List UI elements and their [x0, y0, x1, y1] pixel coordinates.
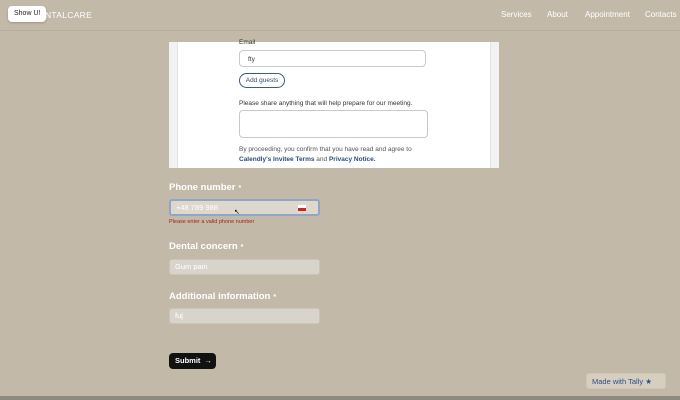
- phone-label: Phone number *: [169, 182, 241, 193]
- mouse-cursor-icon: ↖: [234, 209, 240, 216]
- phone-error: Please enter a valid phone number: [169, 219, 255, 225]
- embed-left-rail: [169, 42, 178, 168]
- email-label: Email: [239, 39, 256, 46]
- star-icon: ★: [645, 377, 652, 386]
- consent-line: By proceeding, you confirm that you have…: [239, 146, 412, 153]
- concern-label-text: Dental concern: [169, 241, 238, 252]
- required-marker: *: [273, 294, 277, 301]
- nav-services[interactable]: Services: [501, 10, 532, 19]
- phone-placeholder: +48 789 988: [176, 203, 218, 212]
- nav-contacts[interactable]: Contacts: [645, 10, 677, 19]
- nav-about[interactable]: About: [547, 10, 568, 19]
- required-marker: *: [240, 244, 244, 251]
- add-guests-button[interactable]: Add guests: [239, 73, 285, 88]
- top-navigation-bar: Show UI ENTALCARE Services About Appoint…: [0, 0, 680, 31]
- additional-label-text: Additional information: [169, 291, 271, 302]
- dental-concern-input[interactable]: Gum pain: [169, 259, 320, 275]
- phone-input[interactable]: +48 789 988: [169, 199, 320, 216]
- additional-value: fuj: [175, 311, 183, 320]
- concern-label: Dental concern *: [169, 241, 243, 252]
- country-flag-icon[interactable]: [298, 205, 306, 211]
- email-input[interactable]: fty: [239, 50, 426, 67]
- privacy-notice-link[interactable]: Privacy Notice.: [329, 156, 376, 163]
- submit-label: Submit: [175, 356, 201, 365]
- made-with-tally-text: Made with Tally: [592, 377, 644, 386]
- submit-button[interactable]: Submit →: [169, 353, 216, 369]
- additional-info-input[interactable]: fuj: [169, 308, 320, 324]
- invitee-terms-link[interactable]: Calendly's Invitee Terms: [239, 156, 314, 163]
- share-info-label: Please share anything that will help pre…: [239, 100, 413, 107]
- nav-appointment[interactable]: Appointment: [585, 10, 630, 19]
- arrow-right-icon: →: [204, 356, 212, 365]
- phone-label-text: Phone number: [169, 182, 236, 193]
- additional-label: Additional information *: [169, 291, 276, 302]
- calendly-embed: Email fty Add guests Please share anythi…: [169, 39, 499, 168]
- required-marker: *: [238, 185, 242, 192]
- brand-logo-text[interactable]: ENTALCARE: [39, 10, 92, 20]
- consent-text: By proceeding, you confirm that you have…: [239, 145, 412, 165]
- share-info-textarea[interactable]: [239, 110, 428, 138]
- concern-placeholder: Gum pain: [175, 262, 208, 271]
- consent-and: and: [316, 156, 328, 163]
- made-with-tally-badge[interactable]: Made with Tally ★: [586, 373, 666, 389]
- bottom-bar: [0, 396, 680, 400]
- embed-scrollbar[interactable]: [490, 42, 499, 168]
